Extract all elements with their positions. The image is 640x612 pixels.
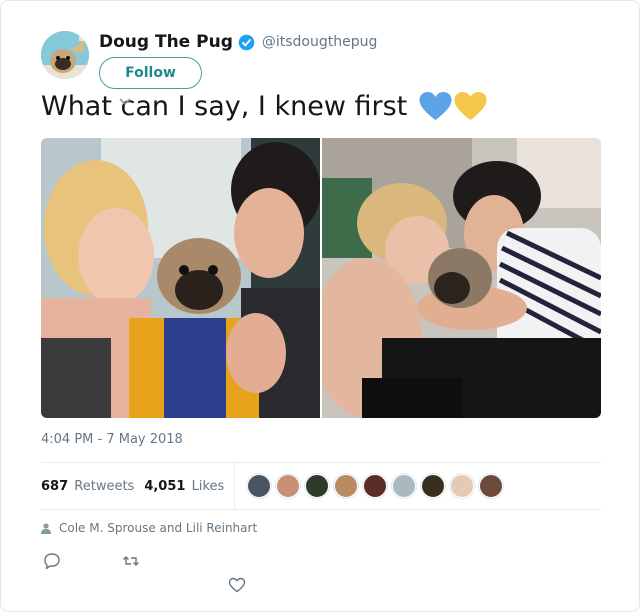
tweet-timestamp[interactable]: 4:04 PM - 7 May 2018	[41, 432, 183, 447]
divider	[41, 509, 601, 510]
user-avatar[interactable]	[41, 31, 89, 79]
user-name[interactable]: Doug The Pug	[99, 32, 233, 52]
reply-icon[interactable]	[43, 552, 61, 570]
mentioned-people-text: Cole M. Sprouse and Lili Reinhart	[59, 521, 258, 535]
tweet-text: What can I say, I knew first	[41, 91, 487, 122]
retweet-icon[interactable]	[122, 552, 140, 570]
retweets-label: Retweets	[74, 478, 135, 494]
photo-hug-pug-image	[322, 138, 601, 418]
follow-button[interactable]: Follow	[99, 57, 202, 89]
yellow-heart-icon	[454, 91, 487, 120]
like-icon[interactable]	[228, 576, 246, 594]
blue-heart-icon	[419, 91, 452, 120]
chevron-down-icon[interactable]	[118, 97, 132, 107]
liker-avatar[interactable]	[479, 474, 504, 498]
photo-kiss-pug-image	[41, 138, 320, 418]
likes-count: 4,051	[144, 478, 186, 494]
liker-avatar[interactable]	[334, 474, 359, 498]
liker-avatar[interactable]	[247, 474, 272, 498]
retweets-stat[interactable]: 687 Retweets	[41, 479, 134, 494]
tweet-media	[41, 138, 601, 418]
liker-avatar[interactable]	[450, 474, 475, 498]
retweets-count: 687	[41, 478, 69, 494]
liker-avatars	[247, 474, 508, 498]
liker-avatar[interactable]	[276, 474, 301, 498]
tweet-photo-left[interactable]	[41, 138, 320, 418]
liker-avatar[interactable]	[421, 474, 446, 498]
user-handle[interactable]: @itsdougthepug	[262, 34, 378, 50]
user-header: Doug The Pug @itsdougthepug	[99, 32, 377, 52]
verified-badge-icon	[238, 34, 255, 50]
liker-avatar[interactable]	[305, 474, 330, 498]
tweet-text-body: What can I say, I knew first	[41, 91, 408, 122]
pug-avatar-image	[41, 31, 89, 79]
tweet-card: Doug The Pug @itsdougthepug Follow What …	[0, 0, 640, 612]
likes-label: Likes	[191, 478, 225, 494]
mentioned-people[interactable]: Cole M. Sprouse and Lili Reinhart	[41, 521, 257, 535]
tweet-photo-right[interactable]	[322, 138, 601, 418]
liker-avatar[interactable]	[363, 474, 388, 498]
stats-separator	[234, 463, 236, 509]
default-avatar-icon[interactable]	[392, 474, 417, 498]
likes-stat[interactable]: 4,051 Likes	[144, 479, 224, 494]
tweet-stats: 687 Retweets 4,051 Likes	[41, 463, 601, 509]
person-icon	[41, 522, 51, 534]
